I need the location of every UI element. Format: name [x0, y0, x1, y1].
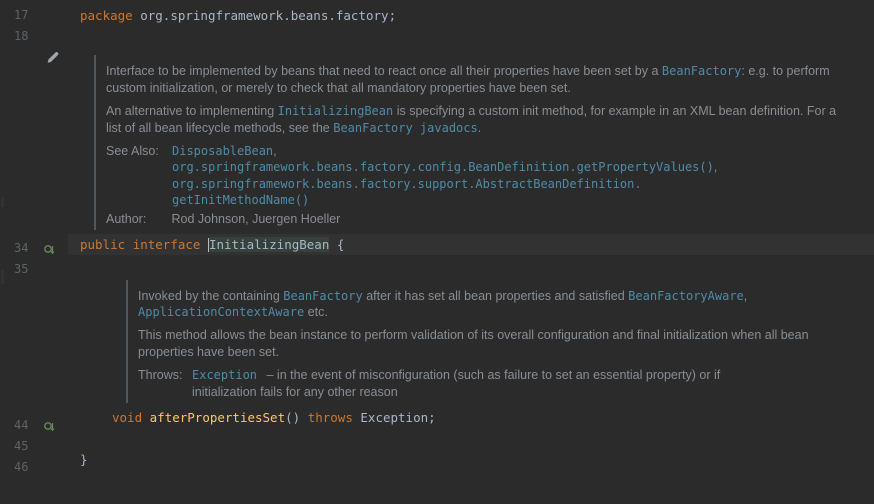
gutter-row[interactable]: 46 [0, 457, 68, 478]
doc-label-seealso: See Also: [106, 143, 168, 209]
doc-link-beanfactoryaware[interactable]: BeanFactoryAware [628, 289, 744, 303]
marker [1, 270, 4, 284]
left-marker-strip [0, 0, 4, 504]
line-number: 35 [14, 259, 36, 279]
doc-text: Invoked by the containing [138, 289, 283, 303]
gutter-row[interactable]: 45 [0, 436, 68, 457]
gutter-row[interactable]: 34 [0, 238, 68, 259]
interface-name: InitializingBean [209, 237, 329, 252]
doc-text: . [478, 121, 481, 135]
code-line[interactable] [68, 26, 874, 47]
doc-text: , [744, 289, 747, 303]
semicolon: ; [428, 410, 436, 425]
comma: , [273, 144, 276, 158]
gutter-row[interactable]: 17 [0, 5, 68, 26]
line-number: 45 [14, 436, 36, 456]
doc-text: etc. [304, 305, 328, 319]
doc-author-value: Rod Johnson, Juergen Hoeller [171, 212, 340, 226]
doc-link-exception[interactable]: Exception [192, 368, 257, 382]
gutter-row[interactable]: 44 [0, 415, 68, 436]
doc-link-disposablebean[interactable]: DisposableBean [172, 144, 273, 158]
semicolon: ; [389, 8, 397, 23]
open-brace: { [337, 237, 345, 252]
doc-code: ApplicationContextAware [138, 305, 304, 319]
doc-link-beandefinition[interactable]: org.springframework.beans.factory.config… [172, 160, 714, 174]
method-name: afterPropertiesSet [150, 410, 285, 425]
gutter: 17 18 34 35 44 45 46 [0, 0, 68, 504]
javadoc-class: Interface to be implemented by beans tha… [94, 55, 854, 230]
doc-link-abstractbeandef-b[interactable]: getInitMethodName() [172, 192, 717, 208]
doc-link-beanfactory[interactable]: BeanFactory [662, 64, 741, 78]
editor-area[interactable]: package org.springframework.beans.factor… [68, 0, 874, 504]
code-line[interactable]: package org.springframework.beans.factor… [68, 5, 874, 26]
code-line[interactable]: void afterPropertiesSet() throws Excepti… [68, 407, 874, 428]
doc-text: This method allows the bean instance to … [138, 327, 864, 361]
keyword-interface: interface [133, 237, 201, 252]
package-path: org.springframework.beans.factory [140, 8, 388, 23]
line-number: 18 [14, 26, 36, 46]
doc-code: InitializingBean [278, 104, 394, 118]
line-number: 46 [14, 457, 36, 477]
line-number: 44 [14, 415, 36, 435]
line-number: 17 [14, 5, 36, 25]
gutter-row[interactable] [0, 47, 68, 68]
implementers-icon[interactable] [44, 243, 56, 255]
doc-label-author: Author: [106, 211, 168, 228]
line-number: 34 [14, 238, 36, 258]
exception-name: Exception [360, 410, 428, 425]
code-line[interactable]: } [68, 449, 874, 470]
keyword-throws: throws [308, 410, 353, 425]
keyword-void: void [112, 410, 142, 425]
code-line[interactable] [68, 255, 874, 276]
gutter-row[interactable]: 35 [0, 259, 68, 280]
javadoc-method: Invoked by the containing BeanFactory af… [126, 280, 874, 403]
doc-text: after it has set all bean properties and… [363, 289, 628, 303]
marker [1, 197, 4, 207]
doc-link-bf-javadocs[interactable]: BeanFactory javadocs [333, 121, 478, 135]
parens: () [285, 410, 300, 425]
close-brace: } [80, 452, 88, 467]
implementers-icon[interactable] [44, 420, 56, 432]
comma: , [714, 160, 717, 174]
doc-code: BeanFactory [283, 289, 362, 303]
code-line[interactable] [68, 428, 874, 449]
doc-throws-desc: – in the event of misconfiguration (such… [192, 368, 720, 399]
edit-icon[interactable] [46, 51, 59, 64]
gutter-row[interactable]: 18 [0, 26, 68, 47]
doc-label-throws: Throws: [138, 367, 192, 401]
keyword-package: package [80, 8, 133, 23]
doc-text: Interface to be implemented by beans tha… [106, 64, 662, 78]
doc-text: An alternative to implementing [106, 104, 278, 118]
code-line[interactable]: public interface InitializingBean { [68, 234, 874, 255]
keyword-public: public [80, 237, 125, 252]
doc-link-abstractbeandef-a[interactable]: org.springframework.beans.factory.suppor… [172, 176, 717, 192]
